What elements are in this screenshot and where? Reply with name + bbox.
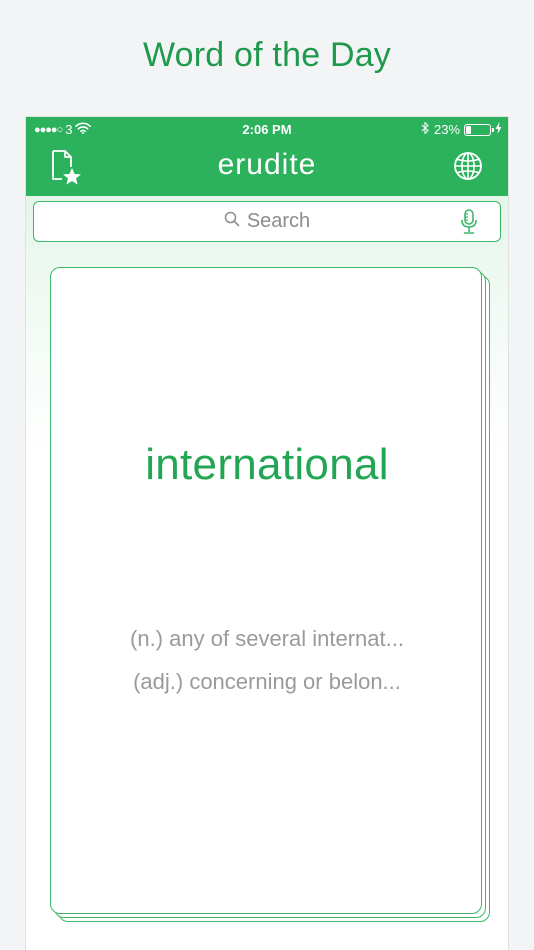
battery-icon: [464, 123, 494, 136]
content-area: Search international (n.) any of several…: [26, 196, 508, 950]
definition-noun: (n.) any of several internat...: [130, 626, 404, 651]
word-card-stack: international (n.) any of several intern…: [50, 267, 490, 922]
search-icon: [224, 210, 240, 233]
word-of-the-day-card[interactable]: international (n.) any of several intern…: [50, 267, 482, 914]
definition-adjective: (adj.) concerning or belon...: [133, 669, 401, 694]
battery-level: [466, 125, 472, 134]
search-placeholder-group: Search: [34, 202, 500, 241]
phone-screen: ●●●●○ 3 2:06 PM 23% erudite Search inter…: [26, 117, 508, 950]
app-screenshot: Word of the Day ●●●●○ 3 2:06 PM 23% erud…: [0, 0, 534, 950]
microphone-icon[interactable]: [460, 209, 478, 235]
status-bar: ●●●●○ 3 2:06 PM 23%: [26, 117, 508, 141]
page-headline: Word of the Day: [142, 36, 392, 74]
status-right: 23%: [421, 121, 502, 138]
featured-word: international: [145, 440, 389, 489]
search-placeholder: Search: [246, 210, 311, 232]
battery-percent: 23%: [433, 122, 460, 137]
charging-bolt-icon: [495, 122, 502, 137]
navigation-bar: erudite: [26, 141, 508, 196]
search-bar[interactable]: Search: [33, 201, 501, 242]
bluetooth-icon: [421, 121, 430, 138]
top-bar: ●●●●○ 3 2:06 PM 23% erudite: [26, 117, 508, 196]
globe-icon[interactable]: [452, 150, 484, 182]
app-title: erudite: [217, 148, 317, 181]
